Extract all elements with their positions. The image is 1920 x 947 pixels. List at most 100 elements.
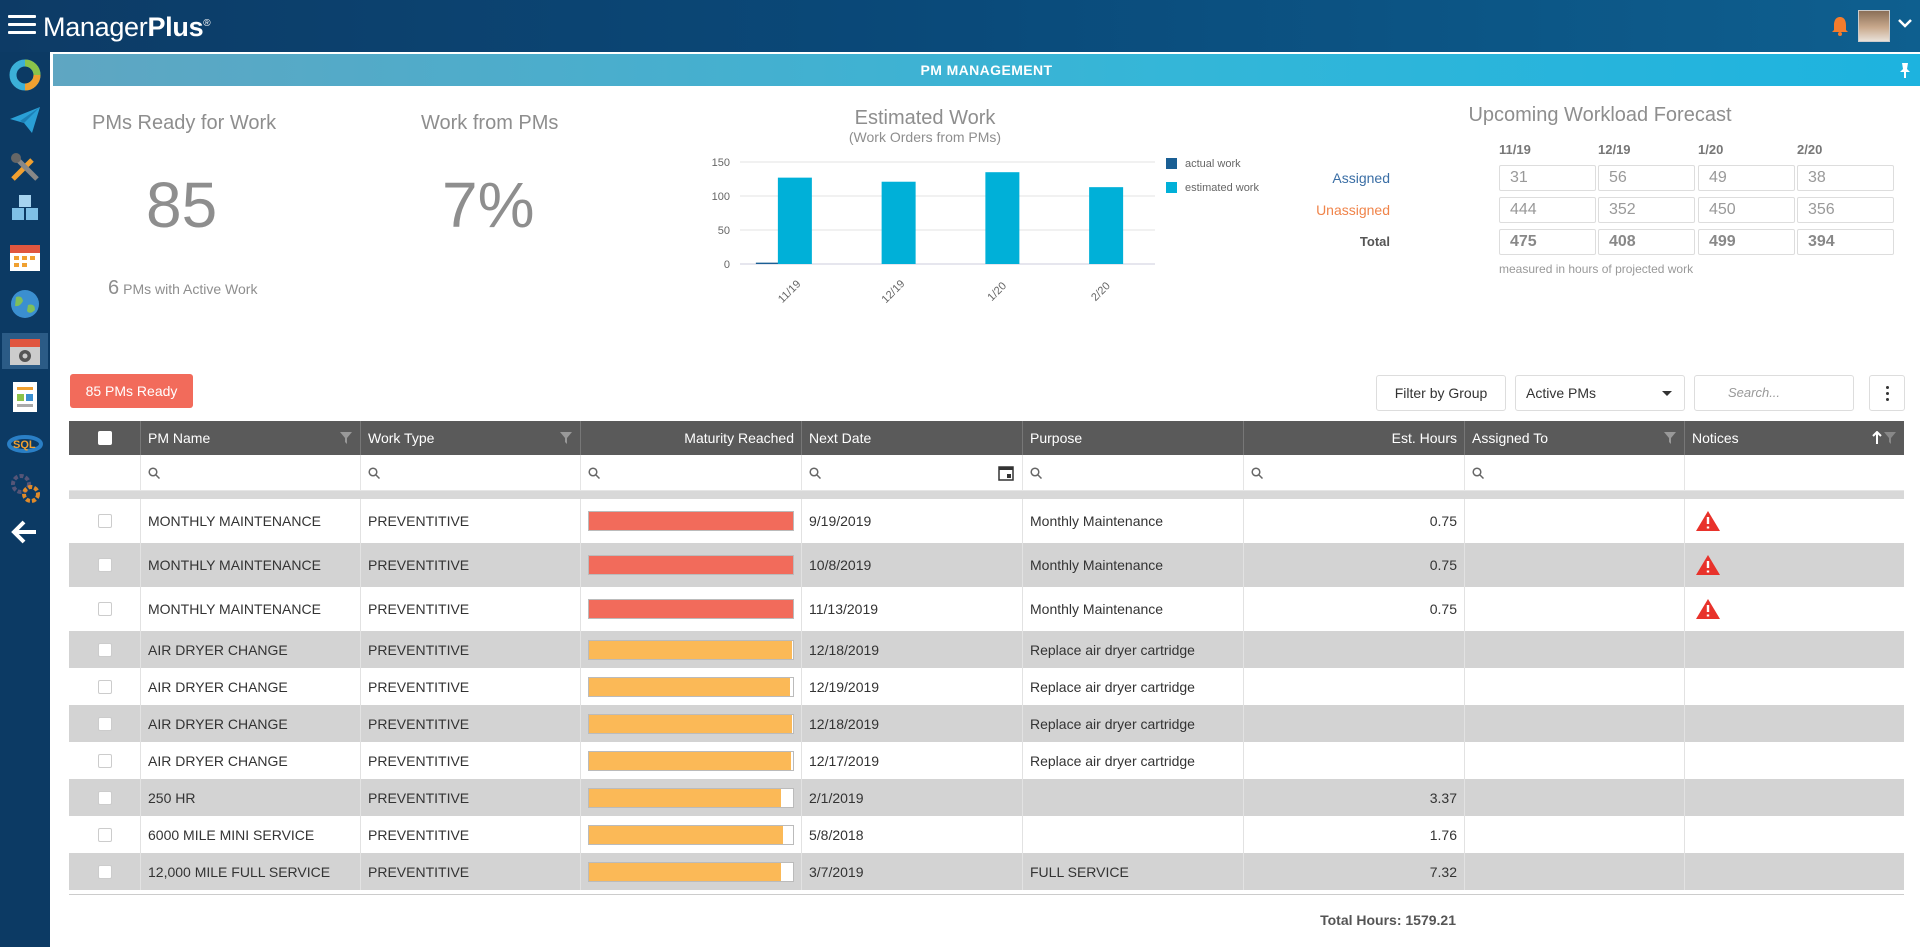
purpose-cell: Replace air dryer cartridge (1023, 668, 1244, 705)
forecast-title: Upcoming Workload Forecast (1468, 104, 1732, 126)
maturity-progress-bar (588, 750, 794, 771)
notices-cell (1685, 668, 1904, 705)
calendar-icon[interactable] (7, 239, 43, 275)
table-row[interactable]: MONTHLY MAINTENANCE PREVENTITIVE 9/19/2019… (69, 499, 1904, 543)
assigned-to-cell (1465, 631, 1685, 668)
paper-plane-icon[interactable] (7, 102, 43, 138)
chevron-down-icon[interactable] (1898, 18, 1912, 28)
sort-up-icon[interactable] (1872, 431, 1882, 445)
table-row[interactable]: MONTHLY MAINTENANCE PREVENTITIVE 11/13/201… (69, 587, 1904, 631)
warning-icon[interactable] (1695, 510, 1721, 532)
integration-icon[interactable]: SQL (7, 426, 43, 462)
row-checkbox[interactable] (97, 642, 112, 657)
maturity-cell (581, 631, 802, 668)
filter-maturity-input[interactable] (581, 455, 802, 491)
table-row[interactable]: AIR DRYER CHANGE PREVENTITIVE 12/18/2019 Re… (69, 705, 1904, 742)
filter-est-hours-input[interactable] (1244, 455, 1465, 491)
table-row[interactable]: AIR DRYER CHANGE PREVENTITIVE 12/17/2019 Re… (69, 742, 1904, 779)
forecast-cell: 444 (1499, 197, 1596, 223)
col-label: Purpose (1030, 430, 1083, 446)
row-checkbox[interactable] (97, 753, 112, 768)
filter-funnel-icon[interactable] (1664, 432, 1676, 444)
grid-header: PM Name Work Type Maturity Reached Next … (69, 421, 1904, 455)
col-label: Est. Hours (1391, 430, 1457, 446)
filter-next-date-input[interactable] (802, 455, 1023, 491)
maturity-progress-fill (589, 751, 791, 770)
filter-pm-name-input[interactable] (141, 455, 361, 491)
globe-icon[interactable] (7, 286, 43, 322)
filter-funnel-icon[interactable] (560, 432, 572, 444)
pm-status-select[interactable]: Active PMs (1515, 375, 1685, 411)
col-header-purpose[interactable]: Purpose (1023, 421, 1244, 455)
col-header-notices[interactable]: Notices (1685, 421, 1904, 455)
table-row[interactable]: AIR DRYER CHANGE PREVENTITIVE 12/19/2019 Re… (69, 668, 1904, 705)
table-row[interactable]: 12,000 MILE FULL SERVICE PREVENTITIVE 3/7/… (69, 853, 1904, 890)
pms-ready-button[interactable]: 85 PMs Ready (70, 374, 193, 408)
reports-icon[interactable] (7, 379, 43, 415)
pm-name-cell: AIR DRYER CHANGE (141, 631, 361, 668)
filter-assigned-to-input[interactable] (1465, 455, 1685, 491)
row-select-cell (69, 853, 141, 890)
pm-schedule-icon[interactable] (2, 333, 48, 369)
row-select-cell (69, 499, 141, 543)
dashboard-donut-icon[interactable] (7, 57, 43, 93)
col-header-assigned-to[interactable]: Assigned To (1465, 421, 1685, 455)
notices-cell (1685, 705, 1904, 742)
table-row[interactable]: 6000 MILE MINI SERVICE PREVENTITIVE 5/8/20… (69, 816, 1904, 853)
table-row[interactable]: 250 HR PREVENTITIVE 2/1/2019 3.37 (69, 779, 1904, 816)
row-checkbox[interactable] (97, 558, 112, 572)
filter-by-group-button[interactable]: Filter by Group (1376, 375, 1506, 411)
calendar-picker-icon[interactable] (998, 465, 1014, 481)
maturity-progress-fill (589, 600, 793, 618)
more-options-icon[interactable] (1869, 375, 1905, 411)
work-from-pms-value: 7% (442, 169, 535, 241)
filter-funnel-icon[interactable] (1884, 432, 1896, 444)
col-header-work-type[interactable]: Work Type (361, 421, 581, 455)
filter-work-type-input[interactable] (361, 455, 581, 491)
caret-down-icon (1662, 391, 1672, 396)
avatar[interactable] (1858, 10, 1890, 42)
select-all-checkbox[interactable] (97, 431, 112, 445)
next-date-cell: 9/19/2019 (802, 499, 1023, 543)
row-select-cell (69, 816, 141, 853)
maturity-progress-fill (589, 714, 792, 733)
back-arrow-icon[interactable] (7, 514, 43, 550)
row-checkbox[interactable] (97, 827, 112, 842)
chart-title: Estimated Work (854, 107, 996, 129)
col-header-est-hours[interactable]: Est. Hours (1244, 421, 1465, 455)
row-checkbox[interactable] (97, 716, 112, 731)
search-input[interactable]: Search... (1694, 375, 1854, 411)
pms-ready-value[interactable]: 85 (146, 168, 217, 242)
row-checkbox[interactable] (97, 679, 112, 694)
table-row[interactable]: MONTHLY MAINTENANCE PREVENTITIVE 10/8/2019… (69, 543, 1904, 587)
menu-icon[interactable] (8, 15, 36, 35)
col-header-next-date[interactable]: Next Date (802, 421, 1023, 455)
pin-icon[interactable] (1898, 62, 1912, 78)
chart-legend-label: actual work (1185, 158, 1241, 170)
row-checkbox[interactable] (97, 602, 112, 616)
col-header-pm-name[interactable]: PM Name (141, 421, 361, 455)
row-checkbox[interactable] (97, 514, 112, 528)
row-checkbox[interactable] (97, 864, 112, 879)
chart-y-tick-label: 50 (718, 225, 730, 237)
table-row[interactable]: AIR DRYER CHANGE PREVENTITIVE 12/18/2019 Re… (69, 631, 1904, 668)
warning-icon[interactable] (1695, 598, 1721, 620)
maturity-progress-fill (589, 640, 792, 659)
bell-icon[interactable] (1830, 15, 1850, 37)
tools-icon[interactable] (7, 149, 43, 185)
warning-icon[interactable] (1695, 554, 1721, 576)
purpose-cell: Replace air dryer cartridge (1023, 631, 1244, 668)
chart-x-tick-label: 1/20 (985, 280, 1009, 304)
work-type-cell: PREVENTITIVE (361, 587, 581, 631)
filter-funnel-icon[interactable] (340, 432, 352, 444)
col-header-maturity[interactable]: Maturity Reached (581, 421, 802, 455)
app-logo[interactable]: ManagerPlus® (43, 12, 211, 43)
filter-purpose-input[interactable] (1023, 455, 1244, 491)
maturity-progress-fill (589, 862, 781, 881)
inventory-icon[interactable] (7, 189, 43, 225)
col-label: Notices (1692, 430, 1739, 446)
settings-gear-icon[interactable] (7, 470, 43, 506)
pm-name-cell: 250 HR (141, 779, 361, 816)
row-checkbox[interactable] (97, 790, 112, 805)
chart-bar-estimated (777, 177, 812, 264)
